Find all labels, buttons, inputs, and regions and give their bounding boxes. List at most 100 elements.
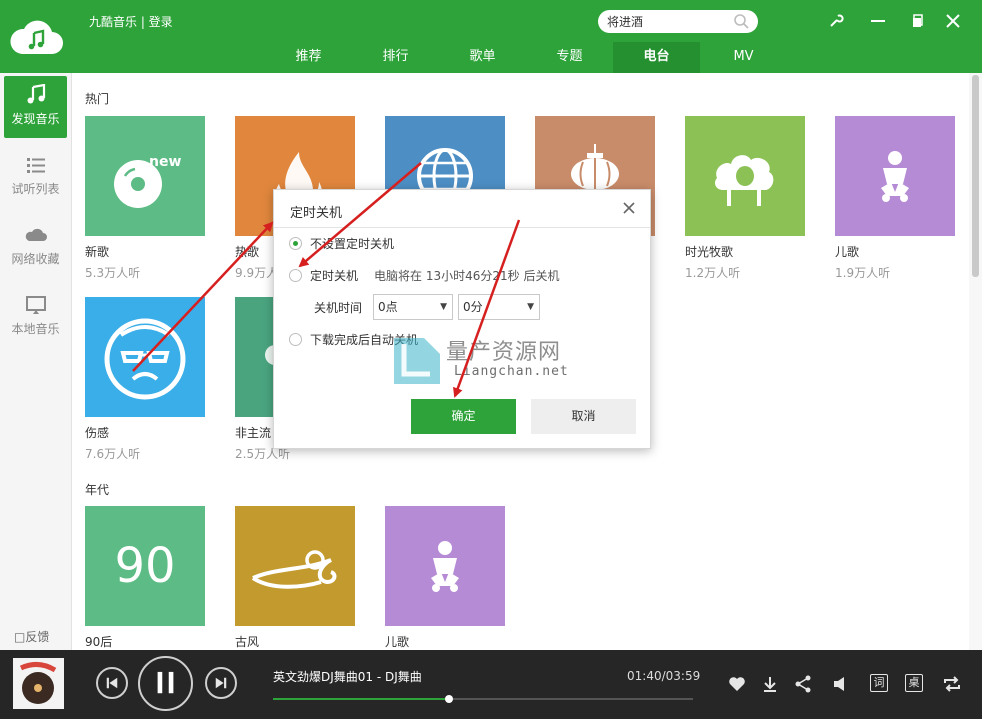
option-no-timer[interactable]: 不设置定时关机 [289,234,394,252]
radio-card-cover[interactable] [835,116,955,236]
sidebar-item-discover-music[interactable]: 发现音乐 [4,76,67,138]
chevron-down-icon: ▼ [527,302,534,312]
sidebar-item-network-favorites[interactable]: 网络收藏 [4,216,67,278]
previous-track-icon[interactable] [96,667,128,699]
content-scrollbar[interactable] [969,73,982,650]
share-icon[interactable] [793,674,813,694]
svg-text:new: new [149,154,181,170]
search-icon[interactable] [733,13,750,30]
radio-card-name: 儿歌 [835,245,860,259]
minimize-icon[interactable] [869,12,887,30]
album-art-image [19,662,57,704]
watermark-subtext: Liangchan.net [454,364,569,379]
download-icon[interactable] [760,674,780,694]
radio-card-name: 时光牧歌 [685,245,734,259]
watermark-text: 量产资源网 [446,340,562,365]
progress-bar[interactable] [273,695,693,703]
confirm-button[interactable]: 确定 [411,399,516,434]
sidebar-item-label: 试听列表 [11,182,60,196]
dialog-title: 定时关机 [290,206,343,221]
section-title-era: 年代 [85,483,110,497]
radio-shutdown-after-download[interactable] [289,332,302,346]
chevron-down-icon: ▼ [440,302,447,312]
app-logo-icon[interactable] [8,18,64,58]
tab-charts[interactable]: 排行 [352,42,439,73]
search-input[interactable] [607,13,727,30]
era-90-overlay: 90 [114,538,175,594]
radio-card[interactable]: new 新歌 5.3万人听 [85,116,205,281]
list-icon [26,158,45,173]
pause-icon[interactable] [138,656,193,711]
radio-card[interactable]: 伤感 7.6万人听 [85,297,205,462]
radio-card[interactable]: 儿歌 [385,506,505,650]
radio-card[interactable]: 90 90后 [85,506,205,650]
radio-card-cover[interactable] [385,506,505,626]
radio-card-cover[interactable] [685,116,805,236]
sidebar-item-local-music[interactable]: 本地音乐 [4,286,67,348]
dialog-header: 定时关机 [274,190,650,228]
progress-handle[interactable] [445,695,454,703]
hour-select[interactable]: 0点 ▼ [373,294,453,320]
era-90-cover: 90 [114,538,175,594]
next-track-icon[interactable] [205,667,237,699]
repeat-icon[interactable] [942,674,962,694]
feedback-icon: □ [14,630,26,644]
radio-card-cover[interactable]: 90 [85,506,205,626]
main-nav: 推荐 排行 歌单 专题 电台 MV [265,42,787,73]
shutdown-timer-dialog: 定时关机 不设置定时关机 定时关机 电脑将在 13小时46分21秒 后关机 关机… [273,189,651,449]
minute-select[interactable]: 0分 ▼ [458,294,540,320]
tab-recommend[interactable]: 推荐 [265,42,352,73]
option-timed-shutdown[interactable]: 定时关机 电脑将在 13小时46分21秒 后关机 [289,266,559,284]
lyrics-button[interactable]: 词 [870,674,888,692]
radio-card[interactable]: 儿歌 1.9万人听 [835,116,955,281]
feedback-link[interactable]: □反馈 [14,628,49,645]
shutdown-countdown: 电脑将在 13小时46分21秒 后关机 [374,268,560,283]
tab-playlists[interactable]: 歌单 [439,42,526,73]
settings-wrench-icon[interactable] [827,12,845,30]
cancel-button[interactable]: 取消 [531,399,636,434]
album-art[interactable] [13,658,64,709]
radio-card-listeners: 7.6万人听 [85,447,141,461]
radio-card-cover[interactable] [235,506,355,626]
close-icon[interactable] [620,199,638,217]
sidebar-item-label: 发现音乐 [11,112,60,126]
radio-card-cover[interactable]: new [85,116,205,236]
tab-topics[interactable]: 专题 [526,42,613,73]
progress-fill [273,698,450,700]
sidebar-item-label: 本地音乐 [11,322,60,336]
baby-icon [881,151,909,202]
desktop-lyrics-button[interactable]: 桌 [905,674,923,692]
sheep-icon [715,155,774,206]
radio-card-listeners: 1.2万人听 [685,266,741,280]
radio-card-name: 新歌 [85,245,110,259]
cloud-icon [25,228,47,241]
cloud-pattern-icon [251,550,337,589]
top-bar: 九酷音乐 | 登录 推荐 排行 歌单 专题 电台 MV [0,0,982,73]
section-title-hot: 热门 [85,92,110,106]
shutdown-time-label: 关机时间 [314,301,363,315]
option-label: 不设置定时关机 [310,236,395,251]
tab-radio[interactable]: 电台 [613,42,700,73]
scrollbar-thumb[interactable] [972,75,979,277]
heart-icon[interactable] [727,674,747,694]
tab-mv[interactable]: MV [700,42,787,73]
app-title-login[interactable]: 九酷音乐 | 登录 [89,13,173,30]
sidebar-item-play-list[interactable]: 试听列表 [4,146,67,208]
radio-card-name: 90后 [85,635,113,649]
volume-icon[interactable] [831,674,851,694]
monitor-icon [25,296,46,314]
baby-icon [431,541,459,592]
new-disc-icon: new [114,154,181,208]
radio-card[interactable]: 时光牧歌 1.2万人听 [685,116,805,281]
radio-no-timer[interactable] [289,236,302,250]
sidebar: 发现音乐 试听列表 网络收藏 本地音乐 □反馈 [0,73,72,650]
restore-window-icon[interactable] [909,12,927,30]
radio-card-cover[interactable] [85,297,205,417]
radio-card[interactable]: 古风 [235,506,355,650]
music-note-icon [27,84,45,104]
search-box[interactable] [598,10,758,33]
radio-timed-shutdown[interactable] [289,268,302,282]
close-window-icon[interactable] [944,12,962,30]
watermark-logo-icon [394,338,440,384]
watermark: 量产资源网 Liangchan.net [390,334,600,390]
